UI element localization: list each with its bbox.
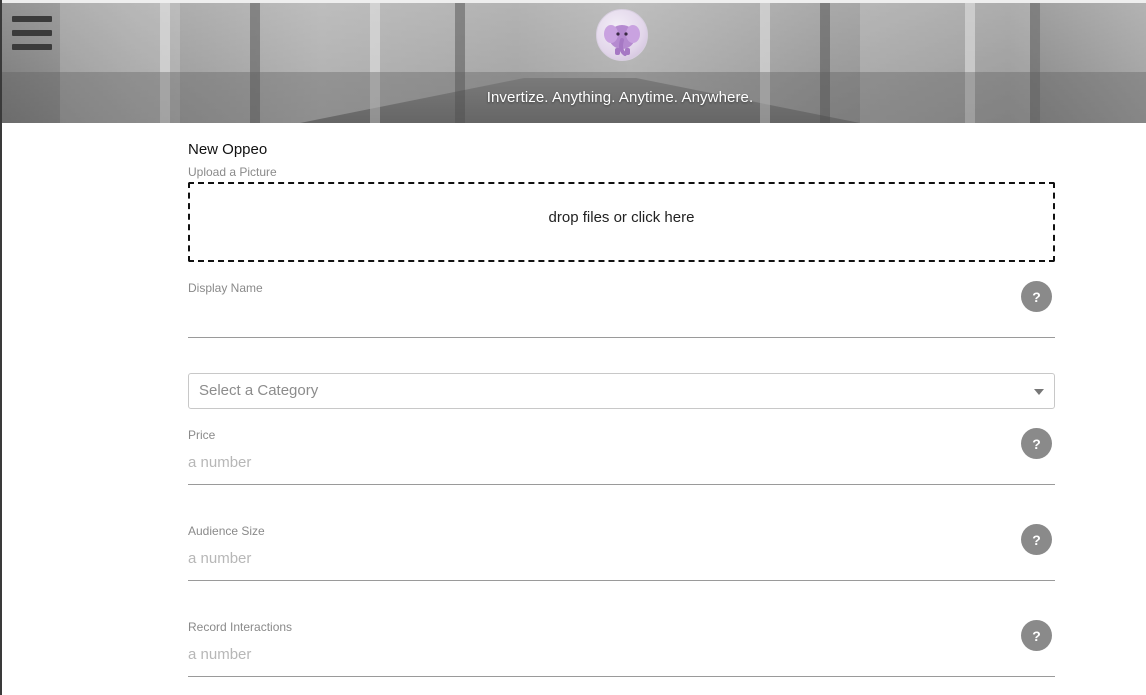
window-edge [0, 0, 2, 695]
banner-top-border [0, 0, 1146, 3]
hamburger-bar [12, 44, 52, 50]
category-select-placeholder: Select a Category [199, 382, 319, 399]
upload-label: Upload a Picture [188, 165, 277, 179]
record-interactions-label: Record Interactions [188, 620, 293, 634]
header-tagline: Invertize. Anything. Anytime. Anywhere. [486, 89, 754, 106]
price-input[interactable]: a number [188, 454, 251, 471]
audience-size-help-button[interactable]: ? [1021, 524, 1052, 555]
hamburger-bar [12, 16, 52, 22]
elephant-logo-svg [604, 25, 640, 56]
price-label: Price [188, 428, 216, 442]
elephant-logo-icon[interactable] [596, 9, 648, 61]
price-underline [188, 484, 1055, 485]
picture-dropzone[interactable]: drop files or click here [188, 182, 1055, 262]
audience-size-label: Audience Size [188, 524, 265, 538]
display-name-input[interactable] [188, 300, 1008, 334]
price-help-button[interactable]: ? [1021, 428, 1052, 459]
dropzone-text: drop files or click here [548, 208, 695, 226]
record-interactions-underline [188, 676, 1055, 677]
display-name-help-button[interactable]: ? [1021, 281, 1052, 312]
header-banner: Invertize. Anything. Anytime. Anywhere. [0, 0, 1146, 123]
display-name-underline [188, 337, 1055, 338]
record-interactions-input[interactable]: a number [188, 646, 251, 663]
form-title: New Oppeo [188, 141, 268, 158]
hamburger-menu-icon[interactable] [12, 14, 52, 52]
category-select[interactable]: Select a Category [188, 373, 1055, 409]
record-interactions-help-button[interactable]: ? [1021, 620, 1052, 651]
audience-size-input[interactable]: a number [188, 550, 251, 567]
audience-size-underline [188, 580, 1055, 581]
hamburger-bar [12, 30, 52, 36]
chevron-down-icon [1034, 389, 1044, 395]
display-name-label: Display Name [188, 281, 263, 295]
